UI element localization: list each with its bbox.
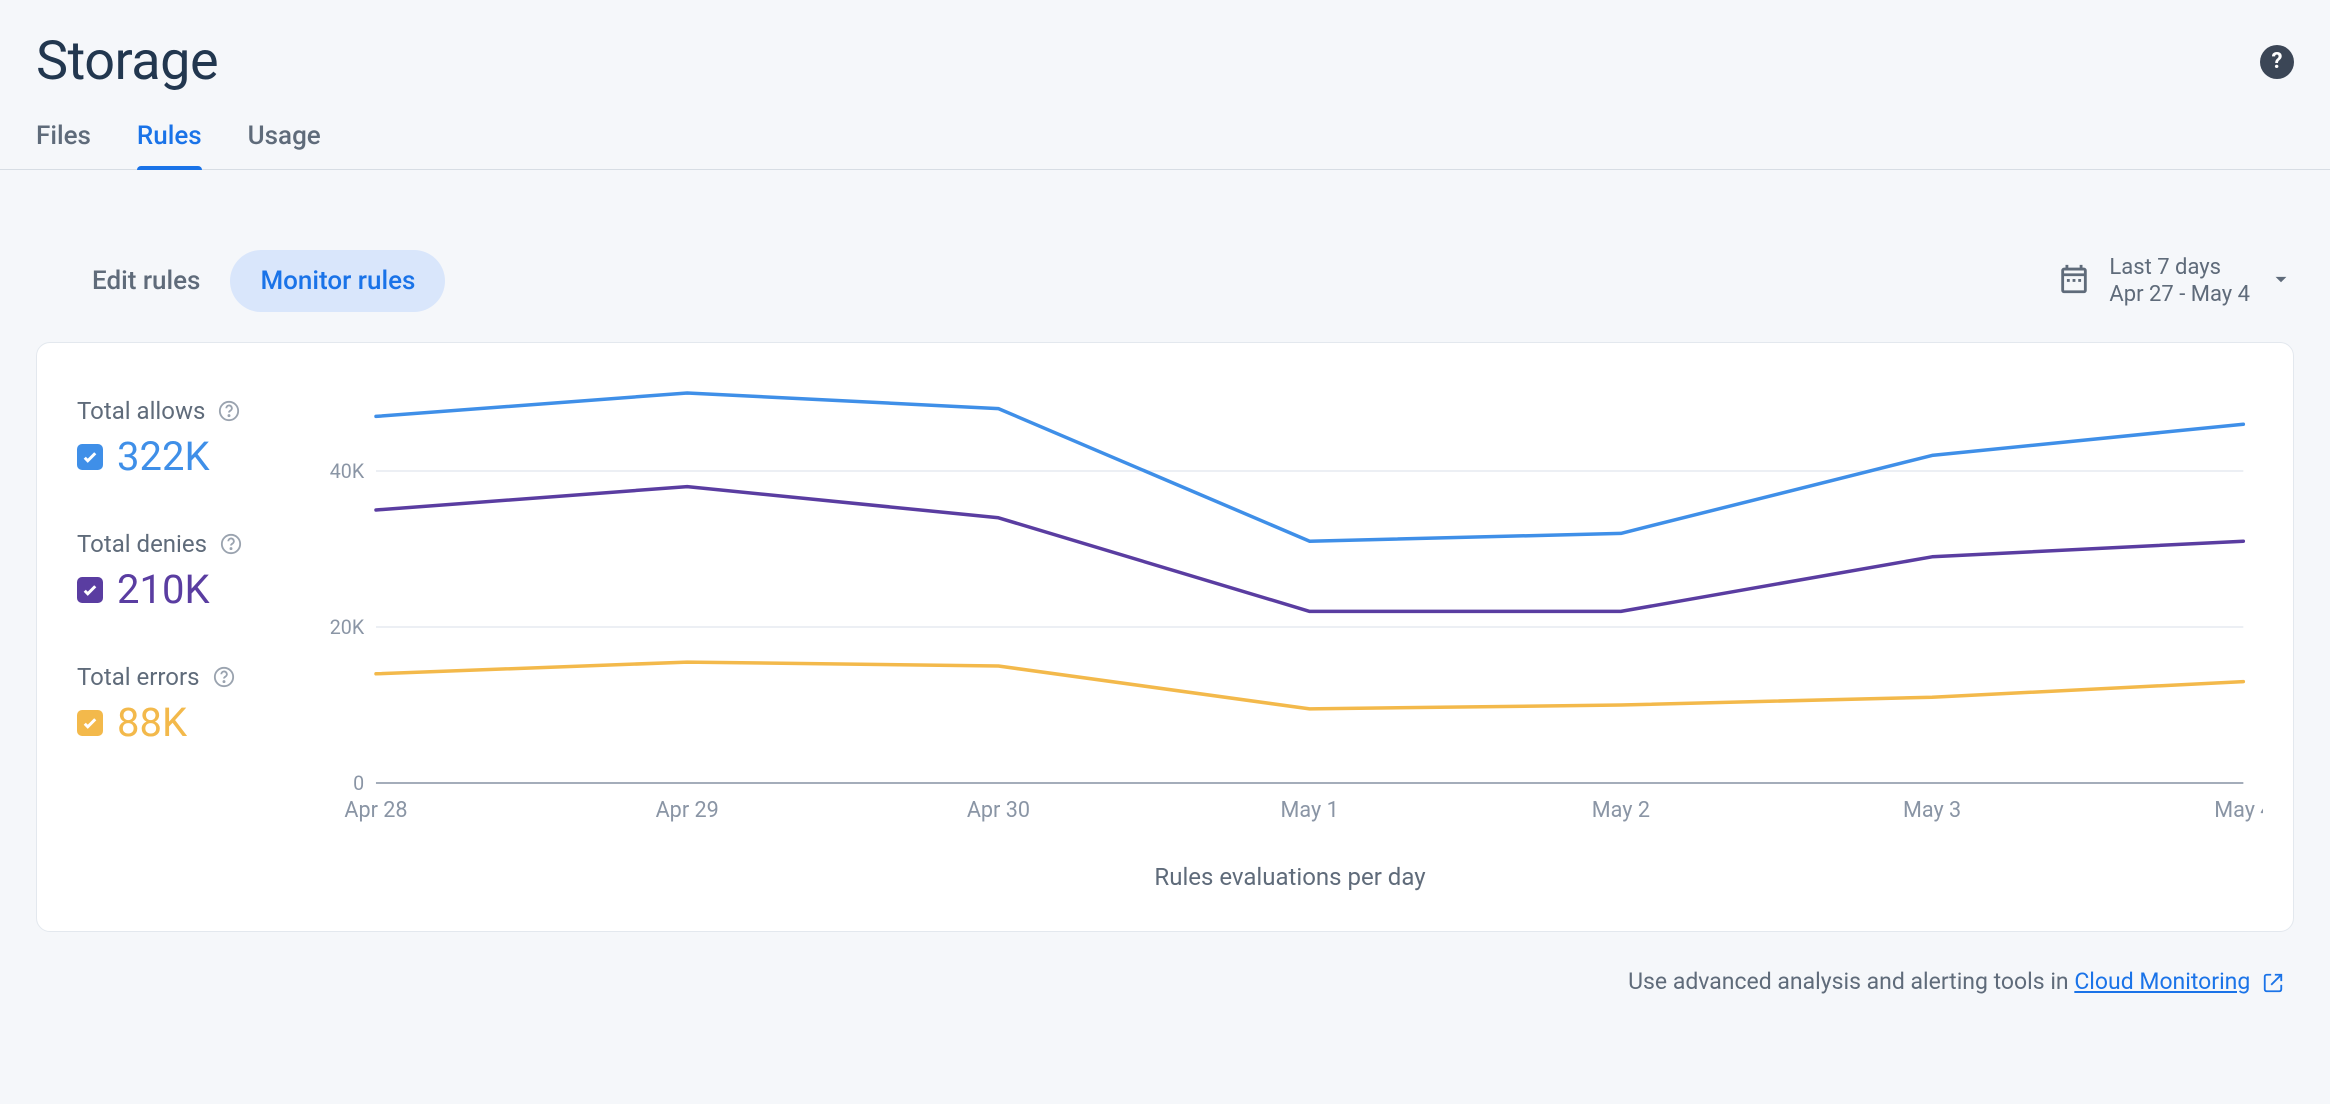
footer-text: Use advanced analysis and alerting tools… [1628, 968, 2074, 995]
tab-rules[interactable]: Rules [137, 121, 202, 169]
chart: 0 20K 40K Apr 28 Apr 29 Apr 30 May 1 May 2 May 3… [317, 383, 2263, 843]
svg-text:May 2: May 2 [1592, 798, 1650, 823]
sub-tabs: Edit rules Monitor rules [62, 250, 445, 312]
tab-files[interactable]: Files [36, 121, 91, 169]
legend-allows-value: 322K [117, 433, 210, 480]
legend-errors: Total errors 88K [77, 663, 307, 746]
chevron-down-icon [2268, 266, 2294, 296]
legend-allows: Total allows 322K [77, 397, 307, 480]
checkbox-errors[interactable] [77, 710, 103, 736]
main-tabs: Files Rules Usage [0, 103, 2330, 170]
legend: Total allows 322K Total denies 210K [67, 383, 307, 891]
calendar-icon [2057, 262, 2091, 300]
cloud-monitoring-link[interactable]: Cloud Monitoring [2074, 968, 2250, 995]
svg-text:20K: 20K [330, 616, 365, 639]
date-range-picker[interactable]: Last 7 days Apr 27 - May 4 [2057, 255, 2294, 307]
sub-tab-edit-rules[interactable]: Edit rules [62, 250, 230, 312]
svg-text:May 3: May 3 [1903, 798, 1961, 823]
svg-text:May 4: May 4 [2214, 798, 2263, 823]
sub-tab-monitor-rules[interactable]: Monitor rules [230, 250, 445, 312]
help-icon[interactable] [212, 665, 236, 689]
svg-text:May 1: May 1 [1281, 798, 1339, 823]
page-title: Storage [36, 30, 218, 93]
checkbox-allows[interactable] [77, 444, 103, 470]
help-icon[interactable]: ? [2260, 45, 2294, 79]
legend-denies-label: Total denies [77, 530, 207, 558]
footer-note: Use advanced analysis and alerting tools… [0, 932, 2330, 995]
svg-text:Apr 30: Apr 30 [967, 798, 1030, 823]
svg-text:40K: 40K [330, 460, 365, 483]
chart-x-axis-title: Rules evaluations per day [317, 863, 2263, 891]
svg-text:Apr 28: Apr 28 [344, 798, 407, 823]
svg-text:Apr 29: Apr 29 [656, 798, 719, 823]
help-icon[interactable] [219, 532, 243, 556]
svg-text:0: 0 [353, 772, 364, 795]
legend-errors-label: Total errors [77, 663, 200, 691]
legend-errors-value: 88K [117, 699, 187, 746]
legend-denies-value: 210K [117, 566, 210, 613]
legend-denies: Total denies 210K [77, 530, 307, 613]
external-link-icon [2262, 972, 2284, 994]
legend-allows-label: Total allows [77, 397, 205, 425]
date-range-label: Last 7 days [2109, 255, 2250, 280]
date-range-dates: Apr 27 - May 4 [2109, 282, 2250, 307]
help-icon[interactable] [217, 399, 241, 423]
checkbox-denies[interactable] [77, 577, 103, 603]
chart-card: Total allows 322K Total denies 210K [36, 342, 2294, 932]
tab-usage[interactable]: Usage [248, 121, 321, 169]
